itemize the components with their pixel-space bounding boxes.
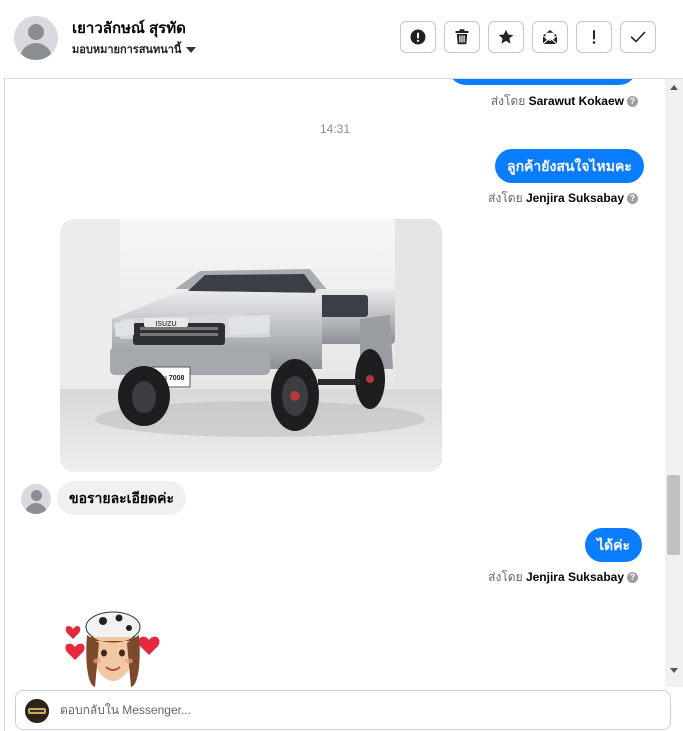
scrollbar-thumb[interactable] bbox=[667, 475, 680, 555]
checkmark-icon bbox=[630, 31, 646, 43]
exclamation-circle-icon bbox=[410, 29, 426, 45]
contact-name[interactable]: เยาวลักษณ์ สุรทัด bbox=[72, 16, 186, 40]
sender-name: Sarawut Kokaew bbox=[528, 94, 624, 108]
conversation-header: เยาวลักษณ์ สุรทัด มอบหมายการสนทนานี้ bbox=[4, 0, 683, 79]
sent-by-label: ส่งโดย Sarawut Kokaew? bbox=[491, 92, 638, 111]
assign-conversation-dropdown[interactable]: มอบหมายการสนทนานี้ bbox=[72, 40, 197, 58]
star-button[interactable] bbox=[488, 21, 524, 53]
reply-input[interactable] bbox=[60, 691, 650, 729]
photo-badge-text: ISUZU bbox=[156, 321, 177, 328]
contact-avatar[interactable] bbox=[14, 16, 58, 60]
message-list[interactable]: ส่งโดย Sarawut Kokaew? 14:31 ลูกค้ายังสน… bbox=[5, 79, 665, 687]
help-icon[interactable]: ? bbox=[627, 193, 638, 205]
mark-unread-button[interactable] bbox=[532, 21, 568, 53]
spam-report-button[interactable] bbox=[400, 21, 436, 53]
contact-avatar-small[interactable] bbox=[21, 484, 51, 514]
follow-up-button[interactable] bbox=[576, 21, 612, 53]
page-logo-icon bbox=[25, 699, 49, 723]
message-list-scrollbar[interactable] bbox=[665, 79, 683, 687]
sender-name: Jenjira Suksabay bbox=[525, 570, 624, 584]
incoming-message-bubble[interactable]: ขอรายละเอียดค่ะ bbox=[57, 481, 187, 515]
sent-by-prefix: ส่งโดย bbox=[488, 191, 523, 205]
trash-icon bbox=[455, 29, 469, 45]
sent-by-prefix: ส่งโดย bbox=[488, 570, 523, 584]
assign-label: มอบหมายการสนทนานี้ bbox=[72, 44, 182, 56]
delete-button[interactable] bbox=[444, 21, 480, 53]
pickup-truck-photo: ISUZU ขม 7008 bbox=[60, 219, 442, 472]
help-icon[interactable]: ? bbox=[627, 96, 638, 108]
outgoing-message-bubble-partial[interactable] bbox=[448, 79, 637, 85]
help-icon[interactable]: ? bbox=[627, 572, 638, 584]
mark-done-button[interactable] bbox=[620, 21, 656, 53]
sent-by-prefix: ส่งโดย bbox=[490, 94, 526, 108]
scroll-up-arrow-icon[interactable] bbox=[670, 85, 678, 90]
outgoing-message-bubble[interactable]: ลูกค้ายังสนใจไหมคะ bbox=[495, 149, 644, 183]
sent-by-label: ส่งโดย Jenjira Suksabay? bbox=[488, 568, 638, 587]
message-timestamp: 14:31 bbox=[319, 122, 351, 136]
reply-composer[interactable] bbox=[15, 690, 671, 730]
photo-attachment[interactable]: ISUZU ขม 7008 bbox=[60, 219, 442, 472]
caret-down-icon bbox=[186, 47, 197, 54]
star-icon bbox=[498, 29, 514, 44]
avatar-sticker[interactable] bbox=[63, 607, 163, 687]
scroll-down-arrow-icon[interactable] bbox=[670, 668, 678, 673]
exclamation-icon bbox=[592, 30, 596, 44]
sender-name: Jenjira Suksabay bbox=[525, 191, 624, 205]
page-avatar bbox=[25, 699, 49, 723]
sent-by-label: ส่งโดย Jenjira Suksabay? bbox=[488, 189, 638, 208]
envelope-open-icon bbox=[542, 30, 558, 45]
outgoing-message-bubble[interactable]: ได้ค่ะ bbox=[585, 528, 643, 562]
